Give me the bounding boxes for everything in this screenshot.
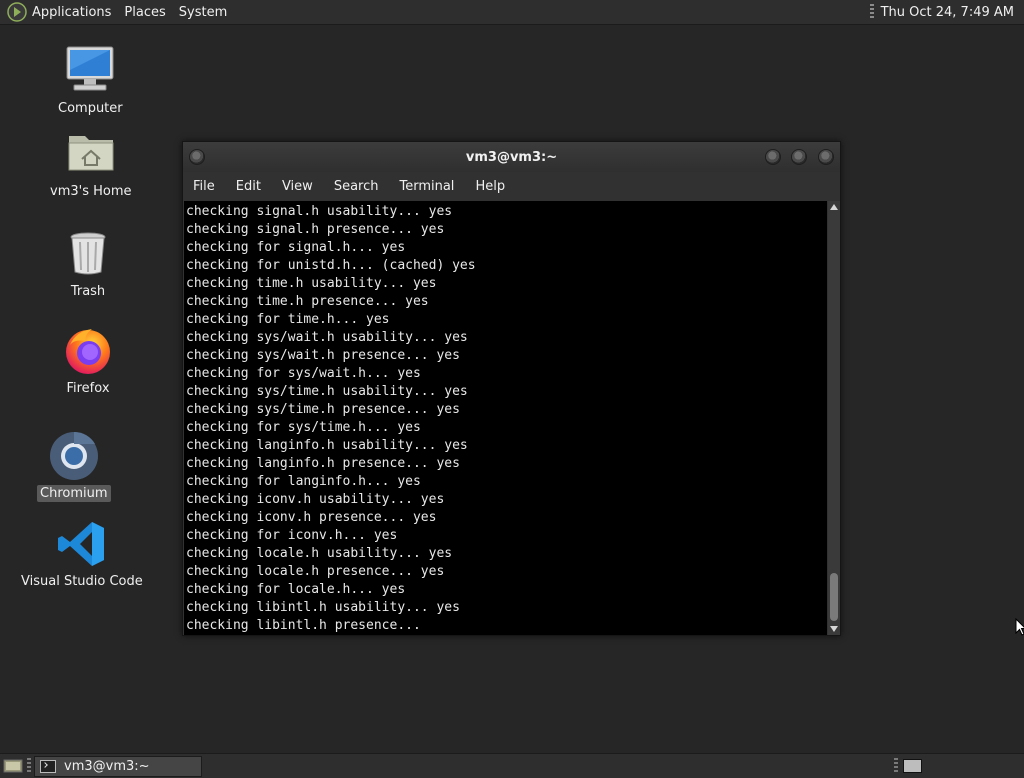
window-title: vm3@vm3:~ — [465, 149, 558, 165]
desktop-icon-label: Visual Studio Code — [21, 574, 143, 589]
panel-handle[interactable] — [869, 4, 874, 20]
system-menu[interactable]: System — [179, 5, 227, 20]
panel-handle[interactable] — [894, 758, 898, 774]
desktop-icon-firefox[interactable]: Firefox — [62, 325, 114, 397]
clock[interactable]: Thu Oct 24, 7:49 AM — [881, 5, 1014, 20]
terminal-line: checking sys/time.h usability... yes — [186, 384, 468, 399]
terminal-line: checking sys/wait.h presence... yes — [186, 348, 460, 363]
terminal-line: checking for locale.h... yes — [186, 582, 406, 597]
places-menu[interactable]: Places — [124, 5, 165, 20]
terminal-line: checking langinfo.h presence... yes — [186, 456, 460, 471]
terminal-line: checking for signal.h... yes — [186, 240, 406, 255]
menu-edit[interactable]: Edit — [236, 179, 261, 194]
bottom-panel: vm3@vm3:~ — [0, 753, 1024, 778]
terminal-titlebar[interactable]: vm3@vm3:~ — [183, 142, 840, 172]
terminal-line: checking for iconv.h... yes — [186, 528, 398, 543]
menu-view[interactable]: View — [282, 179, 313, 194]
desktop-icon-label: Computer — [58, 101, 123, 116]
vscode-icon — [56, 518, 108, 570]
menu-file[interactable]: File — [193, 179, 215, 194]
desktop-icon-home[interactable]: vm3's Home — [47, 128, 135, 200]
menu-search[interactable]: Search — [334, 179, 379, 194]
desktop-icon-vscode[interactable]: Visual Studio Code — [18, 518, 146, 590]
panel-handle[interactable] — [27, 758, 31, 774]
mouse-cursor-icon — [1015, 617, 1024, 636]
terminal-line: checking iconv.h presence... yes — [186, 510, 437, 525]
show-desktop-icon[interactable] — [3, 758, 23, 774]
computer-icon — [64, 45, 116, 97]
terminal-line: checking time.h usability... yes — [186, 276, 437, 291]
menu-help[interactable]: Help — [475, 179, 505, 194]
menu-terminal[interactable]: Terminal — [399, 179, 454, 194]
desktop-icon-chromium[interactable]: Chromium — [37, 430, 111, 502]
desktop-icon-label: vm3's Home — [50, 184, 132, 199]
desktop-icon-label: Chromium — [37, 485, 111, 502]
terminal-line: checking for unistd.h... (cached) yes — [186, 258, 476, 273]
minimize-button[interactable] — [765, 149, 781, 165]
desktop-icon-computer[interactable]: Computer — [55, 45, 126, 117]
scrollbar-thumb[interactable] — [830, 573, 838, 621]
terminal-line: checking langinfo.h usability... yes — [186, 438, 468, 453]
desktop-icon-label: Trash — [70, 284, 106, 299]
close-button[interactable] — [818, 149, 834, 165]
home-folder-icon — [65, 128, 117, 180]
top-panel: Applications Places System Thu Oct 24, 7… — [0, 0, 1024, 25]
terminal-line: checking for langinfo.h... yes — [186, 474, 421, 489]
terminal-line: checking sys/wait.h usability... yes — [186, 330, 468, 345]
terminal-line: checking signal.h usability... yes — [186, 204, 453, 219]
terminal-line: checking for sys/time.h... yes — [186, 420, 421, 435]
firefox-icon — [62, 325, 114, 377]
window-menu-button[interactable] — [189, 149, 205, 165]
terminal-window[interactable]: vm3@vm3:~ File Edit View Search Terminal… — [182, 141, 841, 636]
workspace-switcher[interactable] — [903, 759, 922, 773]
terminal-line: checking libintl.h usability... yes — [186, 600, 460, 615]
applications-menu[interactable]: Applications — [32, 5, 111, 20]
desktop-icon-trash[interactable]: Trash — [62, 228, 114, 300]
terminal-line: checking sys/time.h presence... yes — [186, 402, 460, 417]
scroll-down-arrow-icon[interactable] — [830, 626, 838, 632]
terminal-menubar: File Edit View Search Terminal Help — [183, 172, 840, 201]
chromium-icon — [48, 430, 100, 482]
terminal-line: checking locale.h usability... yes — [186, 546, 453, 561]
taskbar-label: vm3@vm3:~ — [64, 759, 150, 774]
maximize-button[interactable] — [791, 149, 807, 165]
terminal-line: checking locale.h presence... yes — [186, 564, 445, 579]
terminal-line: checking iconv.h usability... yes — [186, 492, 445, 507]
terminal-line: checking libintl.h presence... — [186, 618, 421, 633]
terminal-line: checking for time.h... yes — [186, 312, 390, 327]
terminal-line: checking time.h presence... yes — [186, 294, 429, 309]
terminal-scrollbar[interactable] — [828, 201, 840, 635]
terminal-output[interactable]: checking signal.h usability... yes check… — [184, 201, 827, 635]
trash-icon — [62, 228, 114, 280]
terminal-line: checking for sys/wait.h... yes — [186, 366, 421, 381]
desktop-icon-label: Firefox — [66, 381, 110, 396]
terminal-icon — [40, 760, 56, 773]
distro-logo-icon[interactable] — [7, 2, 27, 22]
terminal-line: checking signal.h presence... yes — [186, 222, 445, 237]
taskbar-terminal-button[interactable]: vm3@vm3:~ — [34, 756, 202, 777]
scroll-up-arrow-icon[interactable] — [830, 204, 838, 210]
